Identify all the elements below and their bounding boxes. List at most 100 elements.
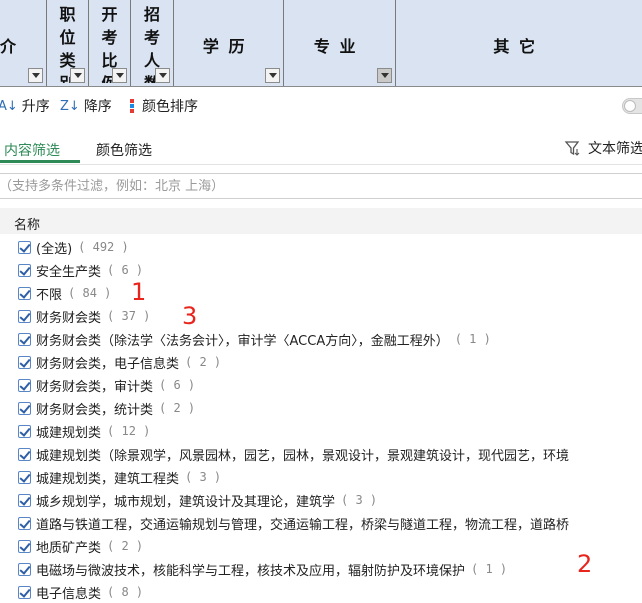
item-count: ( 2 ) [159,401,196,415]
item-count: ( 2 ) [185,355,222,369]
item-count: ( 3 ) [341,493,378,507]
sort-descending-button[interactable]: Z↓ 降序 [60,96,112,116]
column-header-major[interactable]: 专业 [284,0,396,86]
sort-ascending-icon: A↓ [0,98,18,114]
item-count: ( 37 ) [107,309,151,323]
item-count: ( 8 ) [107,585,144,599]
list-item[interactable]: 财务财会类，电子信息类 ( 2 ) [18,351,221,373]
list-item-select-all[interactable]: (全选) ( 492 ) [18,236,129,258]
filter-search-input[interactable] [0,174,642,198]
list-item[interactable]: 不限 ( 84 ) [18,282,111,304]
filter-dropdown-button[interactable] [28,68,43,83]
checkbox[interactable] [18,470,31,484]
item-label: 电子信息类 [36,586,102,602]
checkbox[interactable] [18,539,31,553]
checkbox[interactable] [18,424,31,438]
column-header-job-category[interactable]: 职位类别 [47,0,89,86]
filter-dropdown-button[interactable] [112,68,127,83]
sort-toolbar: A↓ 升序 Z↓ 降序 颜色排序 [0,87,642,125]
item-count: ( 84 ) [68,286,112,300]
column-label: 介 [0,37,26,56]
column-label: 其它 [493,37,545,56]
list-header-label: 名称 [14,218,41,233]
spreadsheet-header-row: 介 职位类别 开考比例 招考人数 学历 专业 其它 [0,0,642,87]
column-header-exam-ratio[interactable]: 开考比例 [89,0,131,86]
list-item[interactable]: 财务财会类（除法学〈法务会计〉，审计学〈ACCA方向〉，金融工程外） ( 1 ) [18,328,491,350]
checkbox[interactable] [18,378,31,392]
item-label: 不限 [36,287,63,303]
filter-dropdown-button[interactable] [265,68,280,83]
column-label: 学历 [202,37,255,56]
checkbox[interactable] [18,447,31,461]
list-item[interactable]: 财务财会类，统计类 ( 2 ) [18,397,195,419]
list-item[interactable]: 财务财会类 ( 37 ) [18,305,150,327]
text-filter-label: 文本筛选 [588,141,642,157]
item-count: ( 6 ) [159,378,196,392]
annotation-number-3: 3 [182,302,198,330]
checkbox[interactable] [18,309,31,323]
item-label: (全选) [36,241,73,257]
list-item[interactable]: 道路与铁道工程，交通运输规划与管理，交通运输工程，桥梁与隧道工程，物流工程，道路… [18,512,575,534]
list-header: 名称 [0,208,642,234]
list-item[interactable]: 城建规划类 ( 12 ) [18,420,150,442]
checkbox[interactable] [18,263,31,277]
filter-dropdown-button[interactable] [155,68,170,83]
item-label: 城建规划类，建筑工程类 [36,471,180,487]
column-header-other[interactable]: 其它 [396,0,642,86]
toggle-switch[interactable] [622,98,642,114]
filter-tabs: 内容筛选 颜色筛选 文本筛选 [0,130,642,165]
list-item[interactable]: 电磁场与微波技术，核能科学与工程，核技术及应用，辐射防护及环境保护 ( 1 ) [18,558,507,580]
item-label: 财务财会类，电子信息类 [36,356,180,372]
item-label: 城乡规划学，城市规划，建筑设计及其理论，建筑学 [36,494,336,510]
item-count: ( 6 ) [107,263,144,277]
item-label: 电磁场与微波技术，核能科学与工程，核技术及应用，辐射防护及环境保护 [36,563,466,579]
filter-search-box [0,173,642,199]
column-header-intro[interactable]: 介 [0,0,47,86]
column-header-hiring-count[interactable]: 招考人数 [131,0,174,86]
item-count: ( 2 ) [107,539,144,553]
column-header-education[interactable]: 学历 [174,0,284,86]
item-label: 财务财会类（除法学〈法务会计〉，审计学〈ACCA方向〉，金融工程外） [36,333,449,349]
filter-dropdown-button-active[interactable] [377,68,392,83]
checkbox[interactable] [18,332,31,346]
checkbox[interactable] [18,493,31,507]
item-count: ( 1 ) [454,332,491,346]
checkbox[interactable] [18,516,31,530]
tab-color-filter[interactable]: 颜色筛选 [96,140,152,160]
funnel-icon [564,141,580,156]
list-item[interactable]: 财务财会类，审计类 ( 6 ) [18,374,195,396]
checkbox[interactable] [18,585,31,599]
checkbox[interactable] [18,355,31,369]
item-label: 道路与铁道工程，交通运输规划与管理，交通运输工程，桥梁与隧道工程，物流工程，道路… [36,517,570,533]
checkbox[interactable] [18,562,31,576]
list-item[interactable]: 城乡规划学，城市规划，建筑设计及其理论，建筑学 ( 3 ) [18,489,377,511]
color-sort-label: 颜色排序 [142,99,198,115]
item-label: 财务财会类，审计类 [36,379,154,395]
column-label: 专业 [313,37,366,56]
sort-ascending-button[interactable]: A↓ 升序 [0,96,50,116]
color-sort-icon [130,99,138,113]
filter-dropdown-button[interactable] [70,68,85,83]
annotation-number-1: 1 [131,278,147,306]
list-item[interactable]: 电子信息类 ( 8 ) [18,581,143,603]
annotation-number-2: 2 [577,550,593,578]
item-count: ( 12 ) [107,424,151,438]
color-sort-button[interactable]: 颜色排序 [130,96,198,116]
checkbox[interactable] [18,286,31,300]
list-item[interactable]: 城建规划类（除景观学，风景园林，园艺，园林，景观设计，景观建筑设计，现代园艺，环… [18,443,575,465]
sort-descending-label: 降序 [83,99,112,115]
active-tab-indicator [0,160,80,163]
sort-ascending-label: 升序 [21,99,50,115]
sort-descending-icon: Z↓ [60,98,80,114]
list-item[interactable]: 地质矿产类 ( 2 ) [18,535,143,557]
text-filter-button[interactable]: 文本筛选 [564,138,642,158]
checkbox[interactable] [18,401,31,415]
list-item[interactable]: 安全生产类 ( 6 ) [18,259,143,281]
list-item[interactable]: 城建规划类，建筑工程类 ( 3 ) [18,466,221,488]
item-count: ( 1 ) [471,562,508,576]
checkbox[interactable] [18,240,31,254]
item-label: 地质矿产类 [36,540,102,556]
item-label: 城建规划类 [36,425,102,441]
tab-content-filter[interactable]: 内容筛选 [4,140,60,160]
item-label: 安全生产类 [36,264,102,280]
